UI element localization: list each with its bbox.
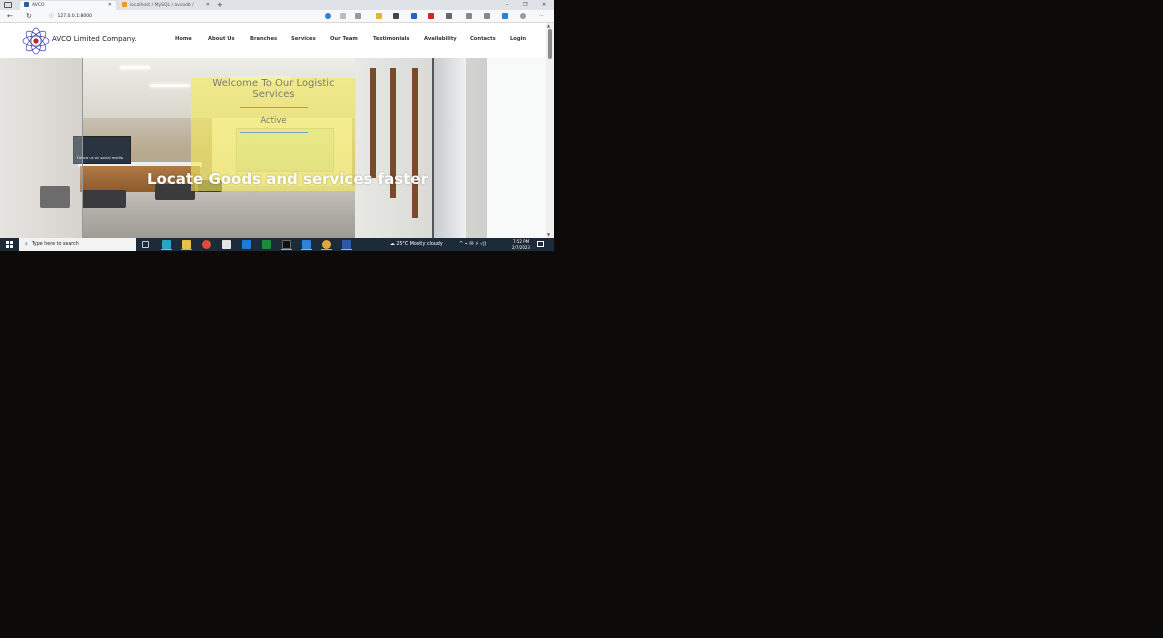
favicon-icon bbox=[24, 2, 29, 7]
scroll-up-icon[interactable]: ▲ bbox=[547, 23, 550, 28]
nav-our-team[interactable]: Our Team bbox=[330, 36, 358, 42]
extension-icon[interactable] bbox=[428, 13, 434, 19]
brand-name[interactable]: AVCO Limited Company. bbox=[52, 35, 137, 43]
extension-icon[interactable] bbox=[446, 13, 452, 19]
weather-widget[interactable]: ☁ 25°C Mostly cloudy bbox=[390, 238, 443, 251]
extension-icon[interactable] bbox=[393, 13, 399, 19]
reload-button[interactable]: ↻ bbox=[26, 10, 32, 23]
taskbar-search-box[interactable]: ⌕ Type here to search bbox=[19, 238, 136, 251]
read-aloud-icon[interactable] bbox=[340, 13, 346, 19]
windows-start-icon[interactable] bbox=[6, 241, 13, 248]
nav-branches[interactable]: Branches bbox=[250, 36, 277, 42]
extension-icon[interactable] bbox=[325, 13, 331, 19]
nav-services[interactable]: Services bbox=[291, 36, 316, 42]
page-background bbox=[487, 58, 546, 238]
tv-caption: Follow us on social media bbox=[77, 156, 123, 160]
web-page: AVCO Limited Company. Home About Us Bran… bbox=[0, 23, 546, 238]
settings-menu-icon[interactable]: ··· bbox=[539, 10, 544, 23]
extension-icon[interactable] bbox=[411, 13, 417, 19]
tab-phpmyadmin[interactable]: localhost / MySQL / avcodb / ✕ bbox=[118, 1, 214, 10]
minimize-button[interactable]: – bbox=[506, 0, 509, 10]
status-text: Active bbox=[260, 116, 287, 126]
nav-availability[interactable]: Availability bbox=[424, 36, 457, 42]
collections-icon[interactable] bbox=[484, 13, 490, 19]
weather-text: 25°C Mostly cloudy bbox=[396, 242, 443, 247]
chrome-icon[interactable] bbox=[322, 240, 331, 249]
extension-icon[interactable] bbox=[355, 13, 361, 19]
store-icon[interactable] bbox=[222, 240, 231, 249]
nav-login[interactable]: Login bbox=[510, 36, 526, 42]
page-scrollbar[interactable]: ▲ ▼ bbox=[546, 23, 554, 238]
back-button[interactable]: ← bbox=[7, 10, 13, 23]
profile-avatar-icon[interactable] bbox=[520, 13, 526, 19]
url-text: 127.0.0.1:8000 bbox=[57, 14, 92, 19]
hero-banner: Follow us on social media Welcome To Our… bbox=[0, 58, 487, 238]
site-info-icon[interactable]: ⓘ bbox=[49, 14, 54, 19]
restore-button[interactable]: ❐ bbox=[523, 0, 527, 10]
extension-icon[interactable] bbox=[502, 13, 508, 19]
new-tab-button[interactable]: + bbox=[217, 0, 223, 10]
favorites-icon[interactable] bbox=[466, 13, 472, 19]
system-tray-icons[interactable]: ^ ⌁ ✉ ⚡ ◁) bbox=[459, 238, 486, 251]
tab-actions-icon[interactable] bbox=[4, 2, 12, 8]
avco-logo-icon[interactable] bbox=[21, 27, 51, 55]
taskbar-clock[interactable]: 7:52 PM 2/7/2023 bbox=[508, 239, 534, 250]
task-view-icon[interactable] bbox=[142, 241, 149, 248]
file-explorer-icon[interactable] bbox=[182, 240, 191, 249]
favicon-icon bbox=[122, 2, 127, 7]
url-field[interactable]: ⓘ 127.0.0.1:8000 bbox=[47, 12, 319, 21]
welcome-title: Welcome To Our Logistic Services bbox=[212, 78, 335, 100]
word-icon[interactable] bbox=[342, 240, 351, 249]
search-icon: ⌕ bbox=[25, 242, 28, 247]
tab-close-icon[interactable]: ✕ bbox=[108, 1, 112, 10]
tab-title: localhost / MySQL / avcodb / bbox=[130, 3, 194, 8]
tab-avco[interactable]: AVCO ✕ bbox=[20, 1, 116, 10]
screen: AVCO ✕ localhost / MySQL / avcodb / ✕ + … bbox=[0, 0, 554, 251]
tab-close-icon[interactable]: ✕ bbox=[206, 1, 210, 10]
browser-tab-bar: AVCO ✕ localhost / MySQL / avcodb / ✕ + … bbox=[0, 0, 554, 10]
hero-tagline: Locate Goods and services faster bbox=[147, 170, 428, 188]
edge-browser-icon[interactable] bbox=[162, 240, 171, 249]
nav-about-us[interactable]: About Us bbox=[208, 36, 235, 42]
scroll-thumb[interactable] bbox=[548, 29, 552, 59]
search-placeholder: Type here to search bbox=[31, 242, 79, 247]
clock-date: 2/7/2023 bbox=[512, 244, 530, 250]
vscode-icon[interactable] bbox=[302, 240, 311, 249]
close-window-button[interactable]: ✕ bbox=[542, 0, 546, 10]
site-header: AVCO Limited Company. Home About Us Bran… bbox=[0, 23, 546, 58]
mail-icon[interactable] bbox=[242, 240, 251, 249]
nav-contacts[interactable]: Contacts bbox=[470, 36, 496, 42]
terminal-icon[interactable] bbox=[282, 240, 291, 249]
divider bbox=[240, 132, 308, 133]
nav-testimonials[interactable]: Testimonials bbox=[373, 36, 410, 42]
address-bar: ← ↻ ⓘ 127.0.0.1:8000 ··· bbox=[0, 10, 554, 23]
divider bbox=[240, 107, 308, 108]
chrome-icon[interactable] bbox=[202, 240, 211, 249]
extension-icon[interactable] bbox=[376, 13, 382, 19]
tab-title: AVCO bbox=[32, 3, 45, 8]
app-icon[interactable] bbox=[262, 240, 271, 249]
notification-icon[interactable] bbox=[537, 241, 544, 247]
windows-taskbar: ⌕ Type here to search ☁ 25°C Mostly cloud… bbox=[0, 238, 554, 251]
nav-home[interactable]: Home bbox=[175, 36, 192, 42]
scroll-down-icon[interactable]: ▼ bbox=[547, 232, 550, 237]
